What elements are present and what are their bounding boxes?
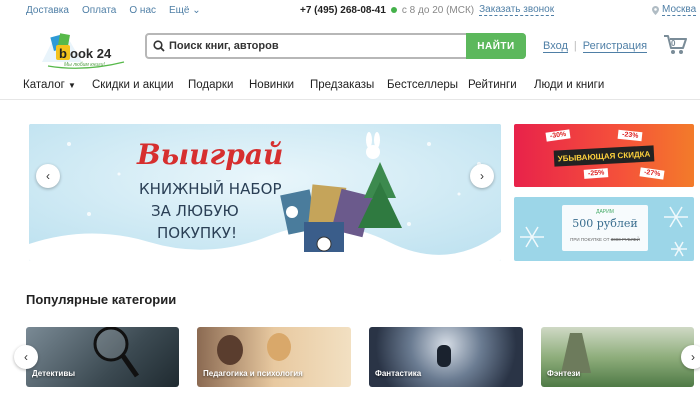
nav-ratings[interactable]: Рейтинги bbox=[468, 79, 517, 91]
header: b ook 24 Мы любим книги! НАЙТИ Вход | Ре… bbox=[0, 22, 700, 72]
search-icon bbox=[153, 40, 165, 52]
caret-down-icon: ▼ bbox=[68, 81, 76, 90]
chevron-left-icon: ‹ bbox=[24, 350, 28, 364]
gift-condition: ПРИ ПОКУПКЕ ОТ 3000 РУБЛЕЙ bbox=[562, 237, 648, 242]
login-link[interactable]: Вход bbox=[543, 40, 568, 53]
nav-bestsellers[interactable]: Бестселлеры bbox=[387, 79, 458, 91]
gift-small-label: ДАРИМ bbox=[596, 209, 614, 215]
banner-line-4: покупку! bbox=[157, 224, 237, 242]
kids-image bbox=[217, 335, 243, 365]
magnifier-icon bbox=[93, 327, 140, 378]
work-hours: с 8 до 20 (МСК) bbox=[401, 4, 475, 16]
castle-image bbox=[561, 333, 591, 373]
banner-line-2: книжный набор bbox=[139, 180, 282, 198]
cart-button[interactable]: 0 bbox=[663, 34, 687, 61]
category-carousel: Детективы Педагогика и психология Фантас… bbox=[0, 327, 700, 387]
banner-prev-button[interactable]: ‹ bbox=[36, 164, 60, 188]
category-label: Педагогика и психология bbox=[203, 369, 303, 378]
search-button[interactable]: НАЙТИ bbox=[466, 33, 526, 59]
callback-link[interactable]: Заказать звонок bbox=[479, 4, 555, 16]
carousel-prev-button[interactable]: ‹ bbox=[14, 345, 38, 369]
discount-tag: -30% bbox=[545, 129, 571, 142]
nav-catalog[interactable]: Каталог ▼ bbox=[23, 79, 76, 91]
auth-divider: | bbox=[573, 40, 577, 52]
discount-tag: -25% bbox=[583, 168, 609, 179]
about-link[interactable]: О нас bbox=[129, 5, 156, 16]
nav-new[interactable]: Новинки bbox=[249, 79, 294, 91]
carousel-next-button[interactable]: › bbox=[681, 345, 700, 369]
nav-catalog-label: Каталог bbox=[23, 79, 65, 91]
main-nav: Каталог ▼ Скидки и акции Подарки Новинки… bbox=[0, 72, 700, 100]
svg-text:Мы любим книги!: Мы любим книги! bbox=[64, 62, 105, 68]
gift-note: ПРИ ПОКУПКЕ ОТ bbox=[570, 237, 610, 242]
banner-next-button[interactable]: › bbox=[470, 164, 494, 188]
top-links: Доставка Оплата О нас Ещё ⌄ bbox=[26, 5, 201, 16]
nav-preorders[interactable]: Предзаказы bbox=[310, 79, 374, 91]
chevron-right-icon: › bbox=[691, 350, 695, 364]
nav-people-books[interactable]: Люди и книги bbox=[534, 79, 604, 91]
side-banner-discount[interactable]: Убывающая скидка -30% -23% -25% -27% bbox=[514, 124, 694, 187]
chevron-left-icon: ‹ bbox=[46, 169, 50, 183]
logo[interactable]: b ook 24 Мы любим книги! bbox=[38, 28, 130, 72]
discount-title: Убывающая скидка bbox=[553, 145, 655, 167]
location-pin-icon bbox=[652, 5, 659, 15]
category-card-pedagogy[interactable]: Педагогика и психология bbox=[197, 327, 351, 387]
astronaut-image bbox=[437, 345, 451, 367]
search-bar: НАЙТИ bbox=[145, 33, 526, 59]
banner-headline: Выиграй bbox=[137, 138, 284, 171]
chevron-right-icon: › bbox=[480, 169, 484, 183]
svg-text:ook 24: ook 24 bbox=[70, 46, 112, 61]
more-dropdown[interactable]: Ещё ⌄ bbox=[169, 5, 201, 16]
side-banner-gift[interactable]: ДАРИМ 500 рублей ПРИ ПОКУПКЕ ОТ 3000 РУБ… bbox=[514, 197, 694, 261]
auth-links: Вход | Регистрация bbox=[543, 40, 648, 53]
more-label: Ещё bbox=[169, 5, 190, 16]
register-link[interactable]: Регистрация bbox=[582, 40, 648, 53]
discount-tag: -27% bbox=[639, 167, 665, 180]
category-card-fantasy[interactable]: Фэнтези bbox=[541, 327, 694, 387]
online-status-icon bbox=[390, 7, 397, 13]
logo-graphic: b ook 24 Мы любим книги! bbox=[42, 33, 125, 69]
phone-number[interactable]: +7 (495) 268-08-41 bbox=[300, 5, 386, 16]
city-selector[interactable]: Москва bbox=[652, 4, 697, 16]
category-label: Фантастика bbox=[375, 369, 422, 378]
payment-link[interactable]: Оплата bbox=[82, 5, 116, 16]
nav-gifts[interactable]: Подарки bbox=[188, 79, 233, 91]
delivery-link[interactable]: Доставка bbox=[26, 5, 69, 16]
category-card-detectives[interactable]: Детективы bbox=[26, 327, 179, 387]
banner-line-3: за любую bbox=[151, 202, 239, 220]
category-label: Детективы bbox=[32, 369, 76, 378]
discount-tag: -23% bbox=[617, 129, 643, 142]
cart-count-badge: 0 bbox=[671, 39, 676, 48]
promo-banner[interactable]: Выиграй книжный набор за любую покупку! bbox=[29, 124, 501, 261]
kids-image bbox=[267, 333, 291, 361]
gift-strike: 3000 РУБЛЕЙ bbox=[610, 237, 640, 242]
popular-categories-title: Популярные категории bbox=[26, 292, 177, 307]
gift-amount: 500 рублей bbox=[572, 217, 638, 230]
nav-sales[interactable]: Скидки и акции bbox=[92, 79, 174, 91]
category-card-scifi[interactable]: Фантастика bbox=[369, 327, 523, 387]
city-label: Москва bbox=[662, 4, 697, 16]
category-label: Фэнтези bbox=[547, 369, 581, 378]
svg-text:b: b bbox=[59, 46, 67, 61]
chevron-down-icon: ⌄ bbox=[192, 5, 201, 16]
contact-info: +7 (495) 268-08-41 с 8 до 20 (МСК) Заказ… bbox=[300, 4, 555, 16]
top-bar: Доставка Оплата О нас Ещё ⌄ +7 (495) 268… bbox=[0, 0, 700, 22]
